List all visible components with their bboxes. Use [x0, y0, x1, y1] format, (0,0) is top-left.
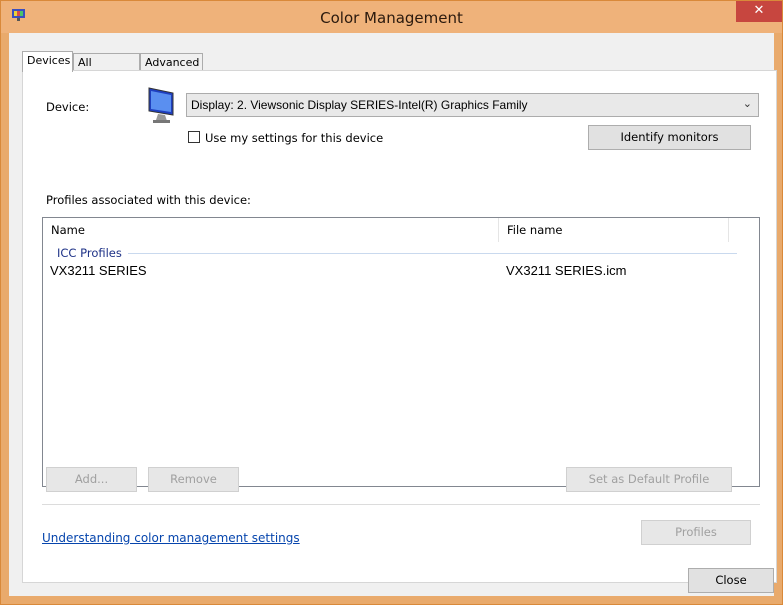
- close-button[interactable]: Close: [688, 568, 774, 593]
- column-header-file-name[interactable]: File name: [499, 218, 729, 242]
- color-management-window: Color Management ✕ Devices All Profiles …: [0, 0, 783, 605]
- identify-monitors-button[interactable]: Identify monitors: [588, 125, 751, 150]
- profiles-button[interactable]: Profiles: [641, 520, 751, 545]
- divider: [42, 504, 760, 505]
- device-dropdown-value: Display: 2. Viewsonic Display SERIES-Int…: [191, 98, 528, 112]
- add-profile-button[interactable]: Add...: [46, 467, 137, 492]
- table-row[interactable]: VX3211 SERIES VX3211 SERIES.icm: [43, 260, 759, 282]
- chevron-down-icon: ⌄: [742, 98, 752, 110]
- dialog-client-area: Devices All Profiles Advanced Device: Di…: [9, 33, 777, 596]
- profiles-section-label: Profiles associated with this device:: [46, 193, 251, 207]
- device-dropdown[interactable]: Display: 2. Viewsonic Display SERIES-Int…: [186, 93, 759, 117]
- profiles-list[interactable]: Name File name ICC Profiles VX3211 SERIE…: [42, 217, 760, 487]
- column-header-name[interactable]: Name: [43, 218, 499, 242]
- device-label: Device:: [46, 100, 90, 114]
- remove-profile-button[interactable]: Remove: [148, 467, 239, 492]
- group-header-icc-profiles: ICC Profiles: [57, 246, 122, 260]
- profile-name-cell: VX3211 SERIES: [50, 263, 147, 278]
- title-bar[interactable]: Color Management ✕: [1, 1, 782, 33]
- tab-devices[interactable]: Devices: [22, 51, 73, 72]
- set-default-profile-button[interactable]: Set as Default Profile: [566, 467, 732, 492]
- window-title: Color Management: [320, 9, 463, 27]
- understanding-color-management-link[interactable]: Understanding color management settings: [42, 531, 300, 545]
- close-icon[interactable]: ✕: [736, 1, 782, 22]
- profile-file-cell: VX3211 SERIES.icm: [506, 263, 627, 278]
- group-divider: [128, 253, 737, 254]
- monitor-icon: [148, 87, 174, 123]
- use-my-settings-label[interactable]: Use my settings for this device: [205, 131, 383, 145]
- use-my-settings-checkbox[interactable]: [188, 131, 200, 143]
